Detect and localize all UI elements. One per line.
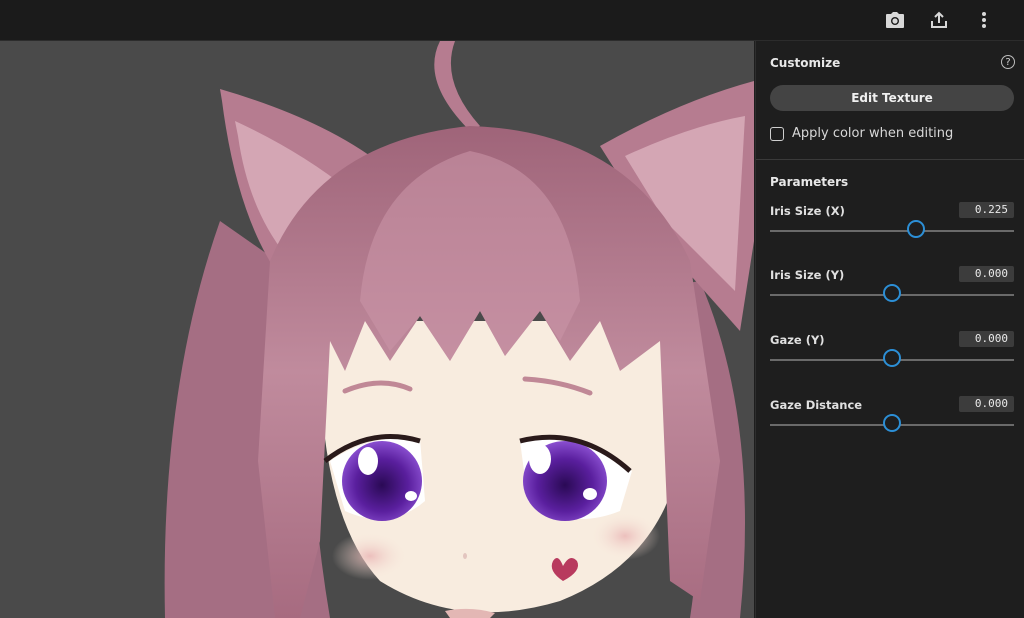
apply-color-checkbox[interactable] (770, 126, 784, 141)
param-label: Iris Size (X) (770, 204, 845, 218)
camera-icon[interactable] (881, 6, 909, 34)
section-divider (756, 159, 1024, 160)
param-label: Gaze Distance (770, 398, 863, 412)
apply-color-checkbox-row[interactable]: Apply color when editing (770, 126, 953, 141)
slider-thumb[interactable] (883, 349, 901, 367)
avatar-viewport[interactable] (0, 41, 754, 618)
slider-thumb[interactable] (883, 284, 901, 302)
customize-title: Customize (770, 56, 841, 70)
parameters-title: Parameters (770, 175, 849, 189)
param-iris-size-y: Iris Size (Y) 0.000 (770, 266, 1014, 318)
param-label: Iris Size (Y) (770, 268, 845, 282)
more-vertical-icon[interactable] (970, 6, 998, 34)
slider-thumb[interactable] (907, 220, 926, 238)
param-value-field[interactable]: 0.000 (959, 331, 1014, 347)
slider-thumb[interactable] (883, 414, 901, 432)
param-label: Gaze (Y) (770, 333, 825, 347)
slider-track[interactable] (770, 230, 1014, 232)
share-icon[interactable] (925, 6, 953, 34)
param-value-field[interactable]: 0.000 (959, 396, 1014, 412)
param-value-field[interactable]: 0.225 (959, 202, 1014, 218)
top-toolbar (0, 0, 1024, 41)
param-value-field[interactable]: 0.000 (959, 266, 1014, 282)
apply-color-label: Apply color when editing (792, 126, 954, 141)
side-panel: Customize ? Edit Texture Apply color whe… (755, 41, 1024, 618)
help-icon[interactable]: ? (1001, 55, 1015, 69)
param-iris-size-x: Iris Size (X) 0.225 (770, 202, 1014, 254)
edit-texture-button[interactable]: Edit Texture (770, 85, 1014, 111)
avatar-render (164, 41, 754, 618)
param-gaze-y: Gaze (Y) 0.000 (770, 331, 1014, 383)
param-gaze-distance: Gaze Distance 0.000 (770, 396, 1014, 448)
